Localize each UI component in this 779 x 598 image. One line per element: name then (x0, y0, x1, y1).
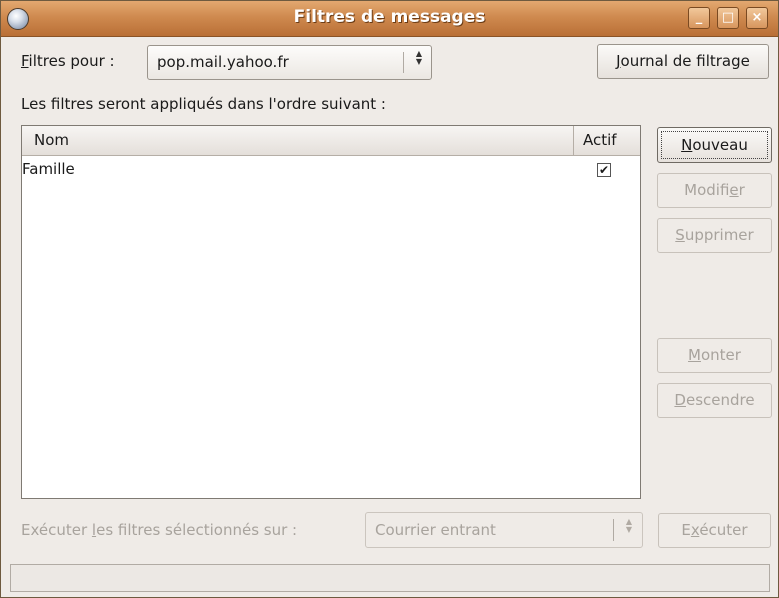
move-up-button[interactable]: Monter (657, 338, 772, 373)
maximize-icon[interactable]: □ (717, 7, 739, 29)
filter-order-text: Les filtres seront appliqués dans l'ordr… (21, 95, 386, 113)
column-divider (573, 126, 574, 155)
delete-filter-button[interactable]: Supprimer (657, 218, 772, 253)
title-bar[interactable]: Filtres de messages _ □ × (1, 1, 778, 37)
move-down-button[interactable]: Descendre (657, 383, 772, 418)
column-header-active[interactable]: Actif (583, 131, 617, 149)
folder-select[interactable]: Courrier entrant ▲ ▼ (365, 512, 643, 548)
list-header: Nom Actif (22, 126, 640, 156)
run-filters-label: Exécuter les filtres sélectionnés sur : (21, 521, 298, 539)
filter-name: Famille (22, 160, 75, 178)
column-header-name[interactable]: Nom (34, 131, 69, 149)
minimize-icon[interactable]: _ (688, 7, 710, 29)
filter-active-checkbox[interactable]: ✔ (597, 163, 611, 177)
up-down-arrows-icon: ▲ ▼ (415, 49, 423, 66)
run-button[interactable]: Exécuter (658, 513, 771, 548)
filters-dialog: Filtres de messages _ □ × Filtres pour :… (0, 0, 779, 598)
edit-filter-button[interactable]: Modifier (657, 173, 772, 208)
filters-for-label: Filtres pour : (21, 52, 115, 70)
window-title: Filtres de messages (293, 7, 486, 27)
account-select[interactable]: pop.mail.yahoo.fr ▲ ▼ (147, 45, 432, 80)
up-down-arrows-icon: ▲ ▼ (625, 517, 633, 534)
table-row[interactable]: Famille ✔ (22, 156, 640, 182)
folder-select-value: Courrier entrant (375, 521, 496, 539)
filter-log-button[interactable]: Journal de filtrage (597, 44, 769, 79)
new-filter-button[interactable]: Nouveau (657, 127, 772, 163)
filter-list[interactable]: Nom Actif Famille ✔ (21, 125, 641, 499)
status-bar (10, 564, 770, 592)
account-select-value: pop.mail.yahoo.fr (157, 53, 289, 71)
close-icon[interactable]: × (746, 7, 768, 29)
